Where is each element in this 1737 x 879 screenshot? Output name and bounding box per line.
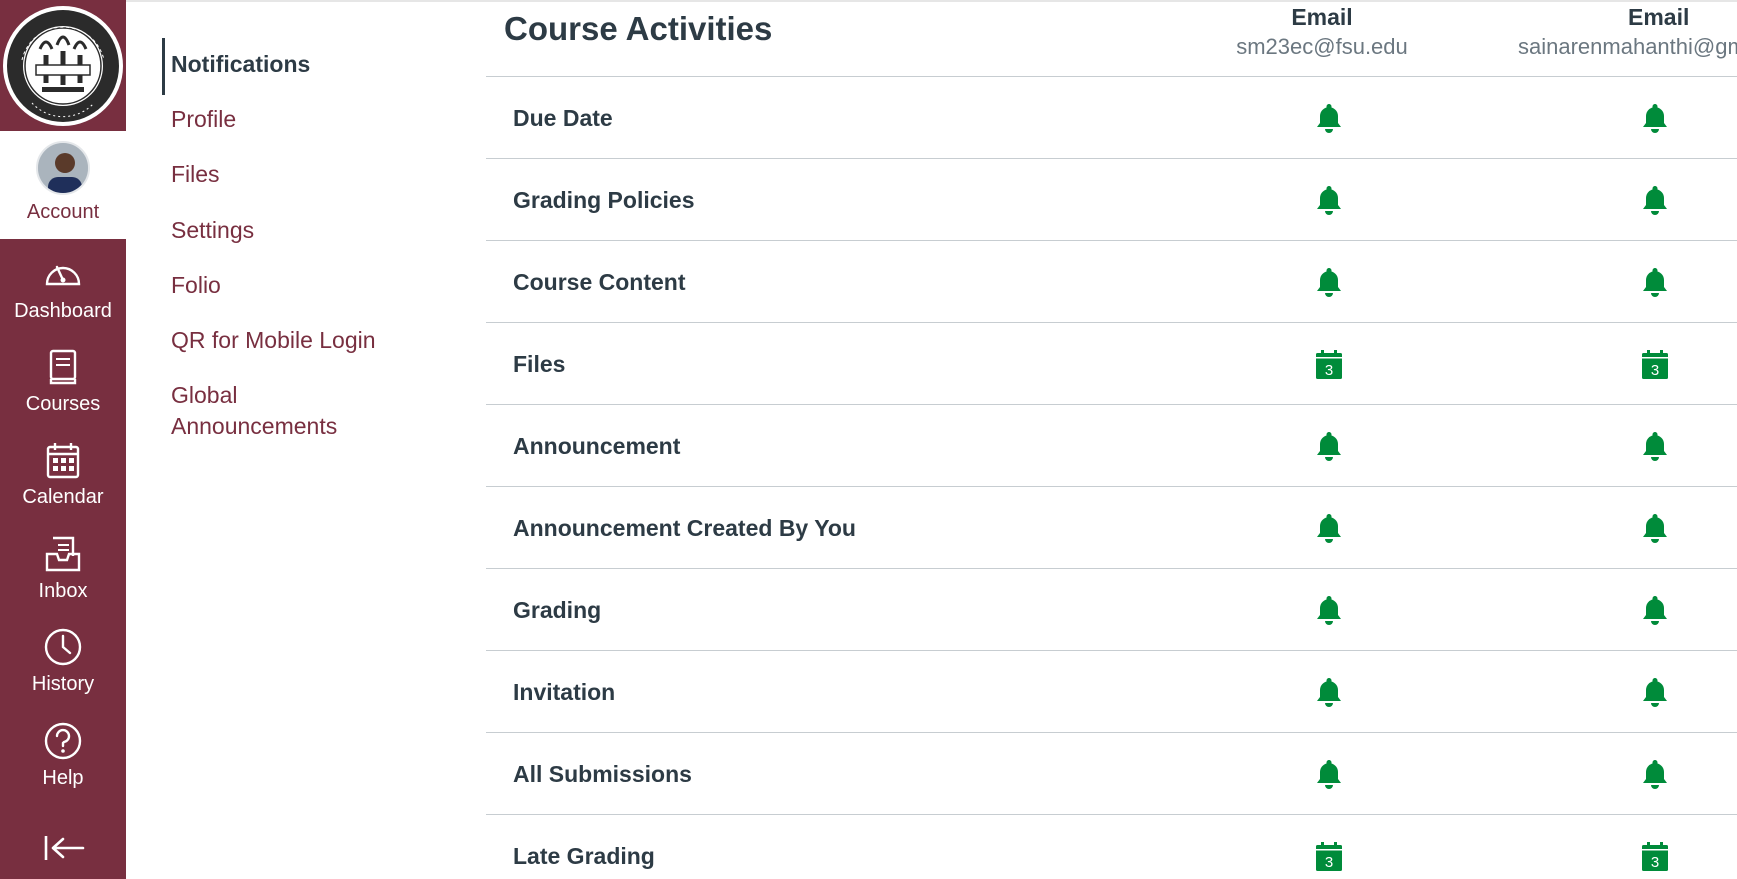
collapse-arrow-icon bbox=[44, 836, 85, 860]
row-label: Late Grading bbox=[513, 843, 655, 869]
sub-nav-notifications[interactable]: Notifications bbox=[171, 49, 441, 80]
bell-icon[interactable] bbox=[1313, 266, 1345, 298]
nav-help[interactable]: Help bbox=[0, 715, 126, 807]
nav-courses[interactable]: Courses bbox=[0, 341, 126, 433]
column-header-email-2: Email sainarenmahanthi@gm bbox=[1518, 2, 1737, 62]
row-label: Grading Policies bbox=[513, 187, 695, 213]
table-row: Course Content bbox=[486, 241, 1737, 323]
table-row: Late Grading 3 3 bbox=[486, 815, 1737, 879]
table-row: Announcement Created By You bbox=[486, 487, 1737, 569]
table-row: Grading Policies bbox=[486, 159, 1737, 241]
calendar-daily-icon[interactable]: 3 bbox=[1313, 348, 1345, 380]
table-row: Grading bbox=[486, 569, 1737, 651]
bell-icon[interactable] bbox=[1639, 512, 1671, 544]
table-row: Invitation bbox=[486, 651, 1737, 733]
nav-dashboard[interactable]: Dashboard bbox=[0, 248, 126, 340]
sub-nav-active-indicator bbox=[162, 38, 165, 95]
fsu-seal-logo[interactable] bbox=[0, 0, 126, 131]
sub-nav-files[interactable]: Files bbox=[171, 159, 441, 190]
account-nav-item[interactable]: Account bbox=[0, 131, 126, 239]
bell-icon[interactable] bbox=[1639, 594, 1671, 626]
bell-icon[interactable] bbox=[1313, 758, 1345, 790]
collapse-nav-button[interactable] bbox=[43, 830, 85, 866]
table-row: Files 3 3 bbox=[486, 323, 1737, 405]
row-label: Due Date bbox=[513, 105, 613, 131]
inbox-icon bbox=[45, 536, 81, 572]
column-type: Email bbox=[1291, 4, 1353, 30]
nav-calendar[interactable]: Calendar bbox=[0, 434, 126, 526]
bell-icon[interactable] bbox=[1639, 430, 1671, 462]
row-label: Course Content bbox=[513, 269, 686, 295]
calendar-daily-icon[interactable]: 3 bbox=[1639, 840, 1671, 872]
bell-icon[interactable] bbox=[1639, 184, 1671, 216]
bell-icon[interactable] bbox=[1313, 102, 1345, 134]
nav-help-label: Help bbox=[42, 767, 84, 789]
column-address: sm23ec@fsu.edu bbox=[1236, 34, 1408, 59]
nav-inbox[interactable]: Inbox bbox=[0, 528, 126, 620]
svg-text:3: 3 bbox=[1325, 362, 1333, 379]
table-row: Due Date bbox=[486, 77, 1737, 159]
column-header-email-1: Email sm23ec@fsu.edu bbox=[1233, 2, 1411, 62]
column-type: Email bbox=[1628, 4, 1690, 30]
svg-text:3: 3 bbox=[1325, 854, 1333, 871]
table-row: Announcement bbox=[486, 405, 1737, 487]
sub-nav-qr-mobile-login[interactable]: QR for Mobile Login bbox=[171, 325, 441, 356]
calendar-icon bbox=[46, 443, 80, 479]
nav-history[interactable]: History bbox=[0, 621, 126, 713]
table-row: All Submissions bbox=[486, 733, 1737, 815]
page-title: Course Activities bbox=[504, 10, 773, 47]
bell-icon[interactable] bbox=[1639, 758, 1671, 790]
row-label: All Submissions bbox=[513, 761, 692, 787]
help-icon bbox=[44, 722, 82, 760]
dashboard-icon bbox=[45, 265, 81, 286]
nav-calendar-label: Calendar bbox=[22, 486, 104, 508]
bell-icon[interactable] bbox=[1313, 594, 1345, 626]
top-border bbox=[0, 0, 1737, 2]
account-label: Account bbox=[26, 201, 100, 223]
fsu-seal-icon bbox=[3, 5, 123, 126]
bell-icon[interactable] bbox=[1639, 266, 1671, 298]
svg-text:3: 3 bbox=[1651, 362, 1659, 379]
avatar bbox=[36, 141, 90, 195]
bell-icon[interactable] bbox=[1639, 102, 1671, 134]
bell-icon[interactable] bbox=[1313, 512, 1345, 544]
history-icon bbox=[44, 628, 82, 666]
nav-inbox-label: Inbox bbox=[38, 580, 88, 602]
bell-icon[interactable] bbox=[1313, 676, 1345, 708]
column-address: sainarenmahanthi@gm bbox=[1518, 34, 1737, 59]
svg-text:3: 3 bbox=[1651, 854, 1659, 871]
row-label: Announcement Created By You bbox=[513, 515, 856, 541]
row-label: Invitation bbox=[513, 679, 616, 705]
sub-nav-settings[interactable]: Settings bbox=[171, 215, 441, 246]
bell-icon[interactable] bbox=[1639, 676, 1671, 708]
user-avatar-icon bbox=[38, 143, 88, 193]
sub-nav-global-announcements[interactable]: Global Announcements bbox=[171, 380, 371, 442]
bell-icon[interactable] bbox=[1313, 184, 1345, 216]
bell-icon[interactable] bbox=[1313, 430, 1345, 462]
nav-history-label: History bbox=[31, 673, 95, 695]
row-label: Announcement bbox=[513, 433, 681, 459]
sub-nav-profile[interactable]: Profile bbox=[171, 104, 441, 135]
calendar-daily-icon[interactable]: 3 bbox=[1313, 840, 1345, 872]
row-label: Files bbox=[513, 351, 566, 377]
sub-nav-folio[interactable]: Folio bbox=[171, 270, 441, 301]
row-label: Grading bbox=[513, 597, 602, 623]
calendar-daily-icon[interactable]: 3 bbox=[1639, 348, 1671, 380]
nav-dashboard-label: Dashboard bbox=[14, 300, 112, 322]
global-nav: Account Dashboard Courses Calendar Inbox… bbox=[0, 0, 126, 879]
nav-courses-label: Courses bbox=[25, 393, 101, 415]
courses-icon bbox=[49, 349, 77, 385]
